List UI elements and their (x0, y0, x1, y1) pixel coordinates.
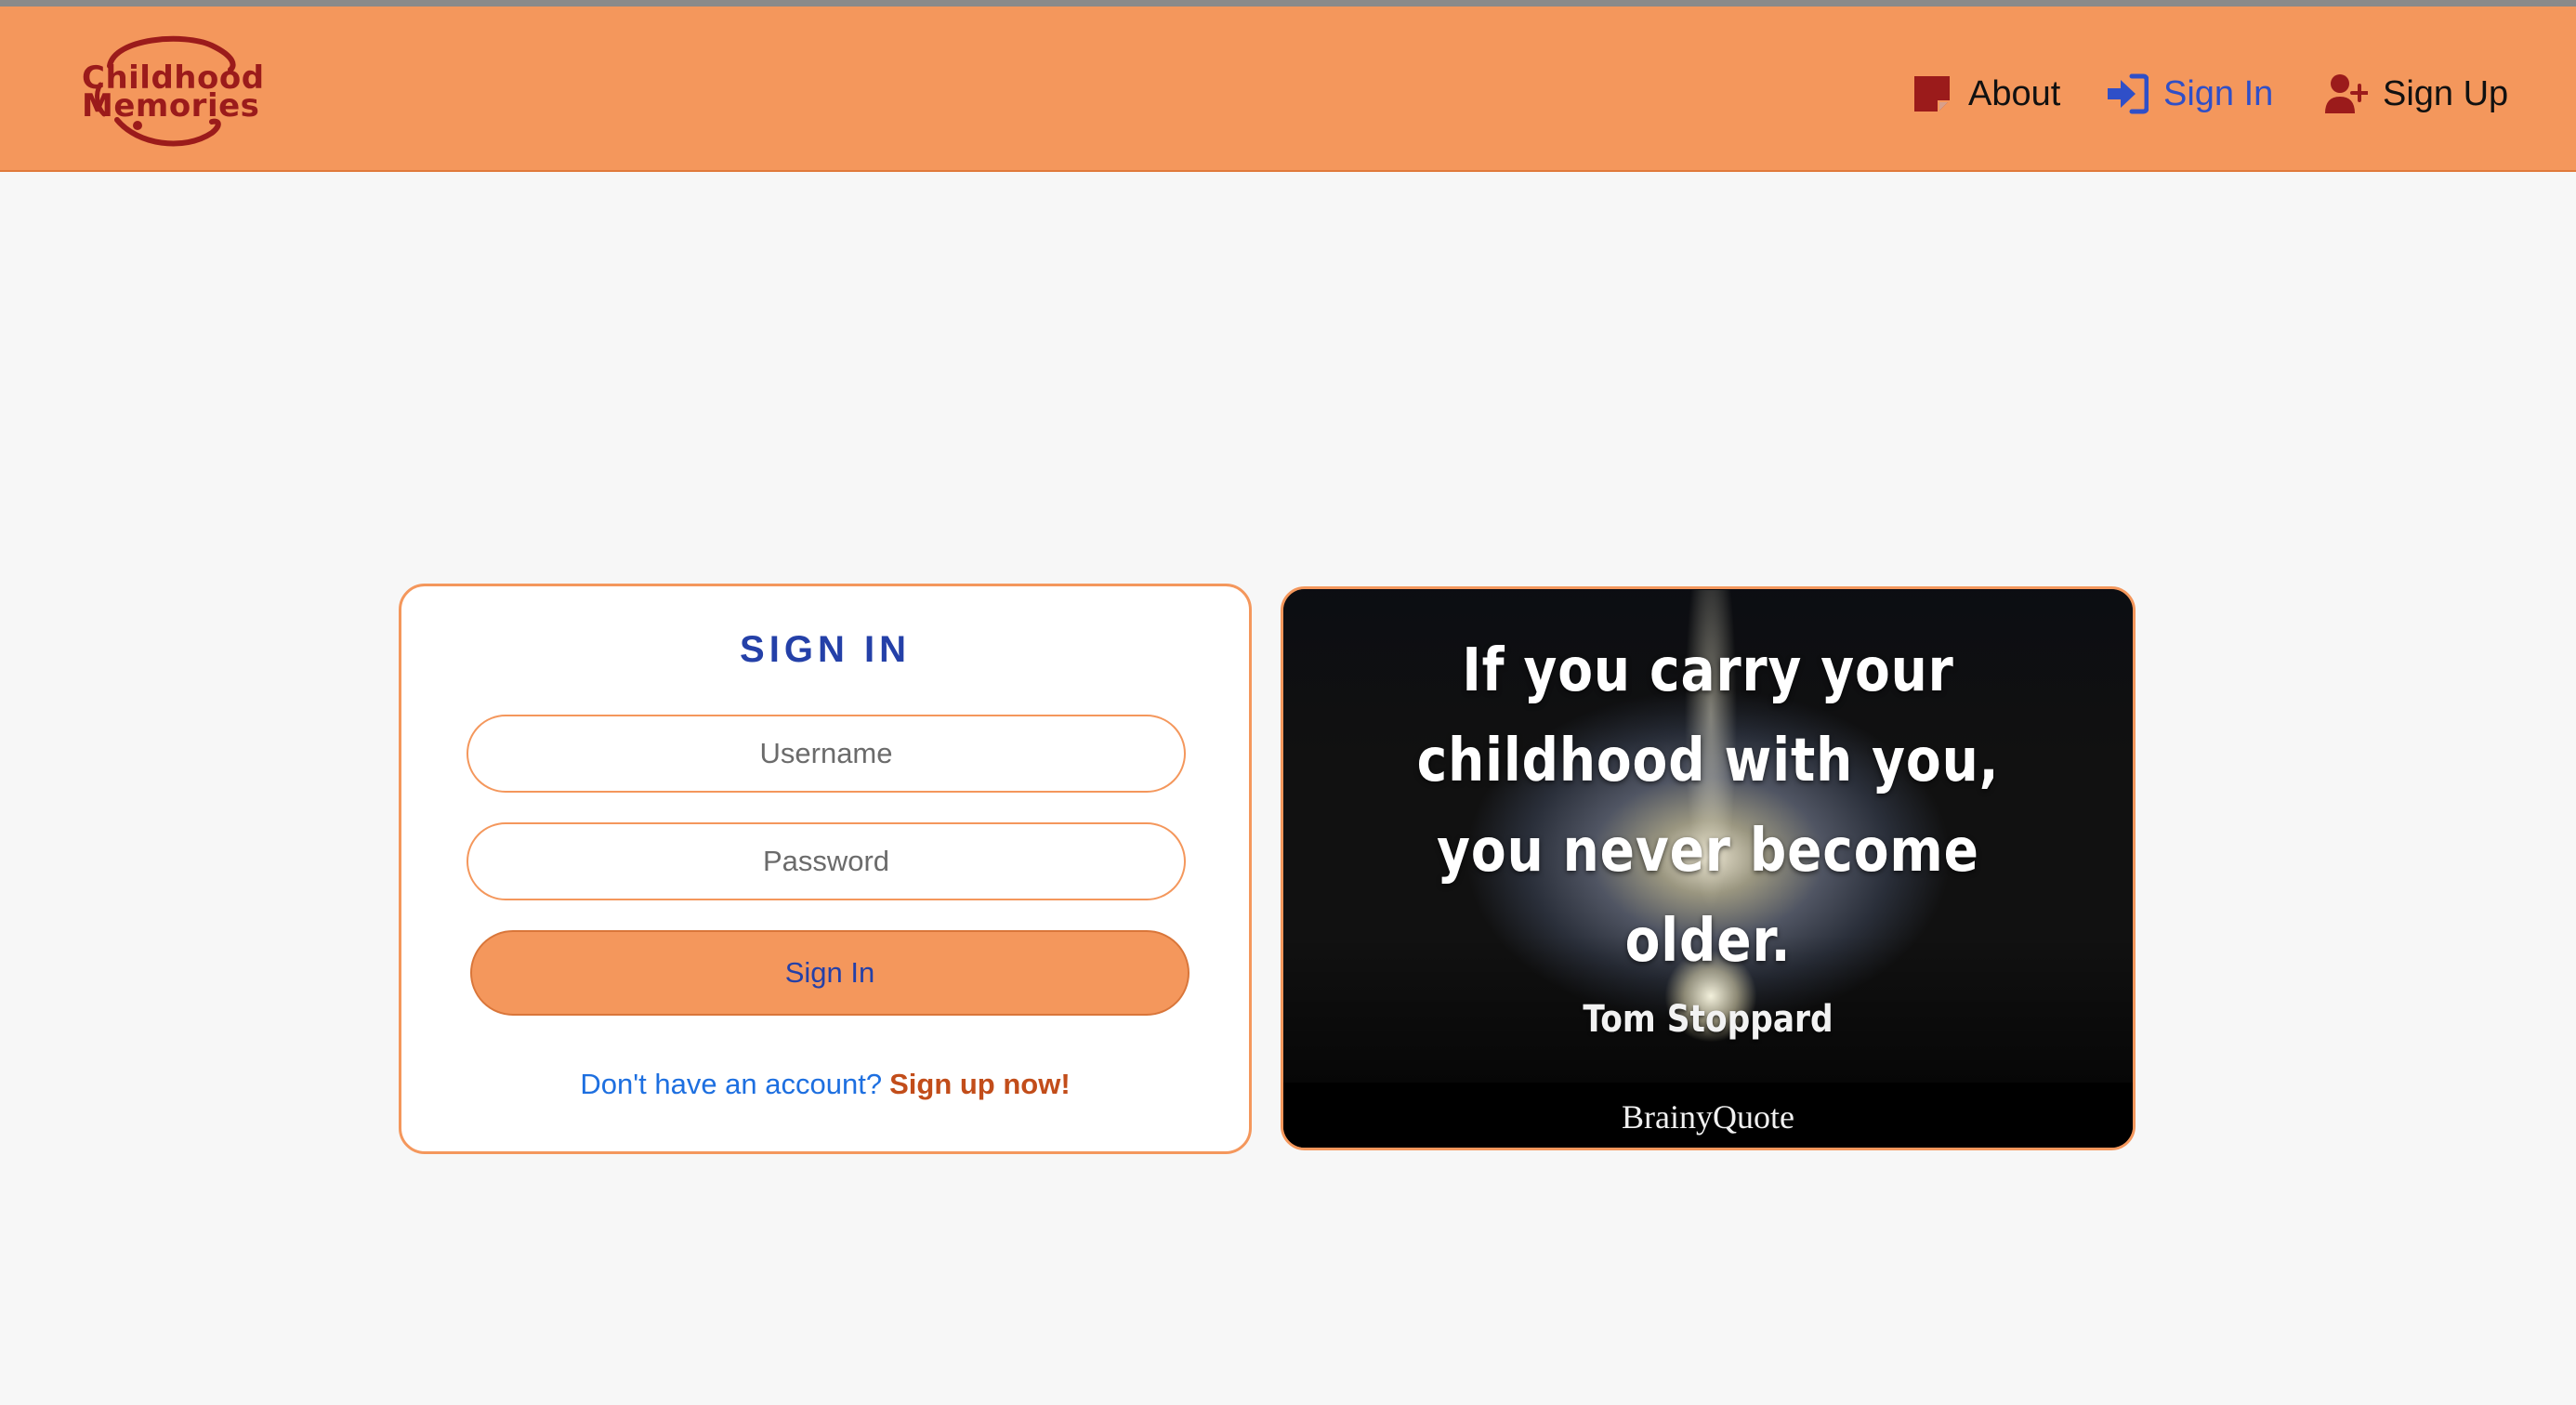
logo-text: Childhood Memories (82, 62, 268, 125)
quote-line: older. (1624, 907, 1792, 976)
quote-text: If you carry your childhood with you, yo… (1343, 626, 2073, 987)
nav-sign-up-label: Sign Up (2383, 73, 2509, 113)
quote-line: childhood with you, (1416, 727, 2000, 795)
signup-prompt: Don't have an account? Sign up now! (401, 1068, 1249, 1101)
user-plus-icon (2325, 74, 2368, 113)
quote-author: Tom Stoppard (1583, 998, 1833, 1041)
username-input[interactable] (467, 715, 1186, 793)
signup-now-link[interactable]: Sign up now! (889, 1068, 1071, 1100)
quote-line: you never become (1437, 817, 1979, 886)
logo-line2: Memories (82, 87, 260, 125)
signup-prompt-text: Don't have an account? (580, 1068, 883, 1100)
quote-brand: BrainyQuote (1622, 1098, 1794, 1136)
navbar: Childhood Memories About Sign In Sign Up (0, 7, 2576, 172)
window-top-border (0, 0, 2576, 7)
quote-brand-bar: BrainyQuote (1283, 1083, 2133, 1148)
sign-in-card: SIGN IN Sign In Don't have an account?Si… (399, 584, 1252, 1154)
nav-about-label: About (1968, 73, 2061, 113)
sign-in-title: SIGN IN (740, 629, 911, 670)
logo[interactable]: Childhood Memories (72, 29, 268, 155)
nav-about-link[interactable]: About (1911, 64, 2060, 124)
nav-sign-up-link[interactable]: Sign Up (2325, 64, 2508, 124)
note-icon (1914, 76, 1950, 112)
quote-image: If you carry your childhood with you, yo… (1281, 586, 2136, 1150)
sign-in-icon (2108, 73, 2149, 114)
nav-sign-in-label: Sign In (2163, 73, 2274, 113)
nav-sign-in-link[interactable]: Sign In (2106, 64, 2273, 124)
quote-line: If you carry your (1462, 637, 1954, 705)
password-input[interactable] (467, 822, 1186, 900)
sign-in-button[interactable]: Sign In (470, 930, 1189, 1016)
